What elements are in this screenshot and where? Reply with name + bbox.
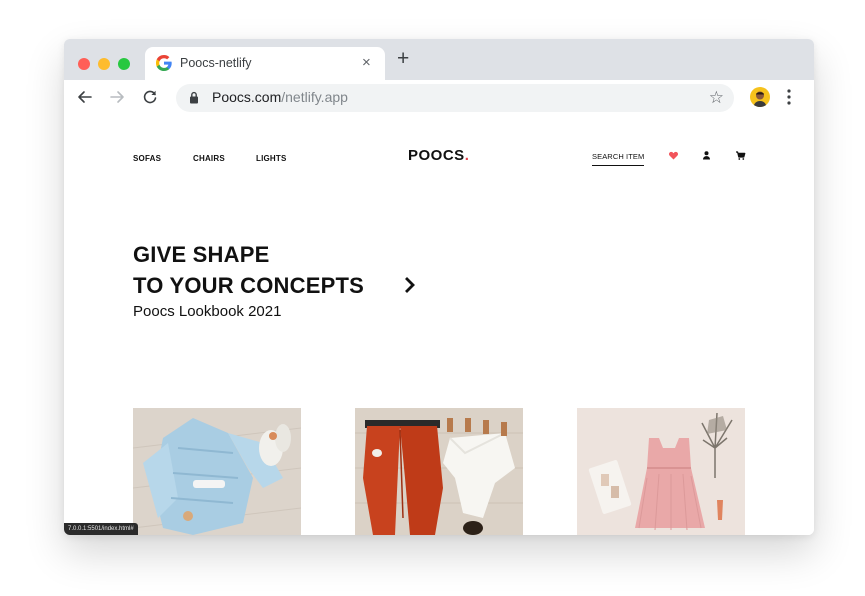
logo-dot: . xyxy=(464,147,470,164)
product-card-blue-shirt[interactable] xyxy=(133,408,301,535)
back-arrow-icon[interactable] xyxy=(76,88,94,106)
cart-icon[interactable] xyxy=(735,150,746,161)
search-item-link[interactable]: SEARCH ITEM xyxy=(592,152,645,166)
hero-title-line-1: GIVE SHAPE xyxy=(133,242,270,267)
browser-toolbar: Poocs.com/netlify.app ☆ xyxy=(64,80,814,117)
google-icon xyxy=(156,55,172,71)
close-window-button[interactable] xyxy=(78,58,90,70)
product-card-pink-dress[interactable] xyxy=(577,408,745,535)
heart-icon[interactable] xyxy=(668,150,679,161)
status-bar-url: 7.0.0.1:5501/index.html# xyxy=(64,523,138,535)
browser-tab[interactable]: Poocs-netlify × xyxy=(145,47,385,80)
forward-arrow-icon[interactable] xyxy=(108,88,126,106)
pink-dress-image xyxy=(577,408,745,535)
lock-icon xyxy=(190,91,198,104)
person-avatar-icon xyxy=(753,91,767,107)
blue-shirt-image xyxy=(133,408,301,535)
reload-icon[interactable] xyxy=(141,88,159,106)
user-icon[interactable] xyxy=(701,150,712,161)
profile-avatar[interactable] xyxy=(750,87,770,107)
url-text[interactable]: Poocs.com/netlify.app xyxy=(212,89,348,105)
tab-bar: Poocs-netlify × + xyxy=(64,39,814,80)
hero-subtitle: Poocs Lookbook 2021 xyxy=(133,303,282,320)
nav-lights-link[interactable]: LIGHTS xyxy=(256,154,287,163)
bookmark-star-icon[interactable]: ☆ xyxy=(709,88,724,108)
url-path: /netlify.app xyxy=(281,89,348,105)
browser-window: Poocs-netlify × + Poocs.com/netlify.app … xyxy=(64,39,814,535)
orange-trousers-image xyxy=(355,408,523,535)
nav-sofas-link[interactable]: SOFAS xyxy=(133,154,161,163)
web-page: SOFAS CHAIRS LIGHTS POOCS. SEARCH ITEM G… xyxy=(64,117,814,535)
new-tab-button[interactable]: + xyxy=(397,48,409,69)
url-host: Poocs.com xyxy=(212,89,282,105)
product-card-orange-trousers[interactable] xyxy=(355,408,523,535)
address-bar[interactable]: Poocs.com/netlify.app ☆ xyxy=(176,84,734,112)
chevron-right-icon[interactable] xyxy=(404,277,416,293)
more-options-icon[interactable] xyxy=(787,88,791,106)
minimize-window-button[interactable] xyxy=(98,58,110,70)
maximize-window-button[interactable] xyxy=(118,58,130,70)
hero-title-line-2: TO YOUR CONCEPTS xyxy=(133,273,364,298)
logo-text: POOCS xyxy=(408,147,465,164)
nav-chairs-link[interactable]: CHAIRS xyxy=(193,154,225,163)
tab-close-icon[interactable]: × xyxy=(362,54,371,71)
site-logo[interactable]: POOCS. xyxy=(408,147,469,164)
tab-title: Poocs-netlify xyxy=(180,56,252,70)
